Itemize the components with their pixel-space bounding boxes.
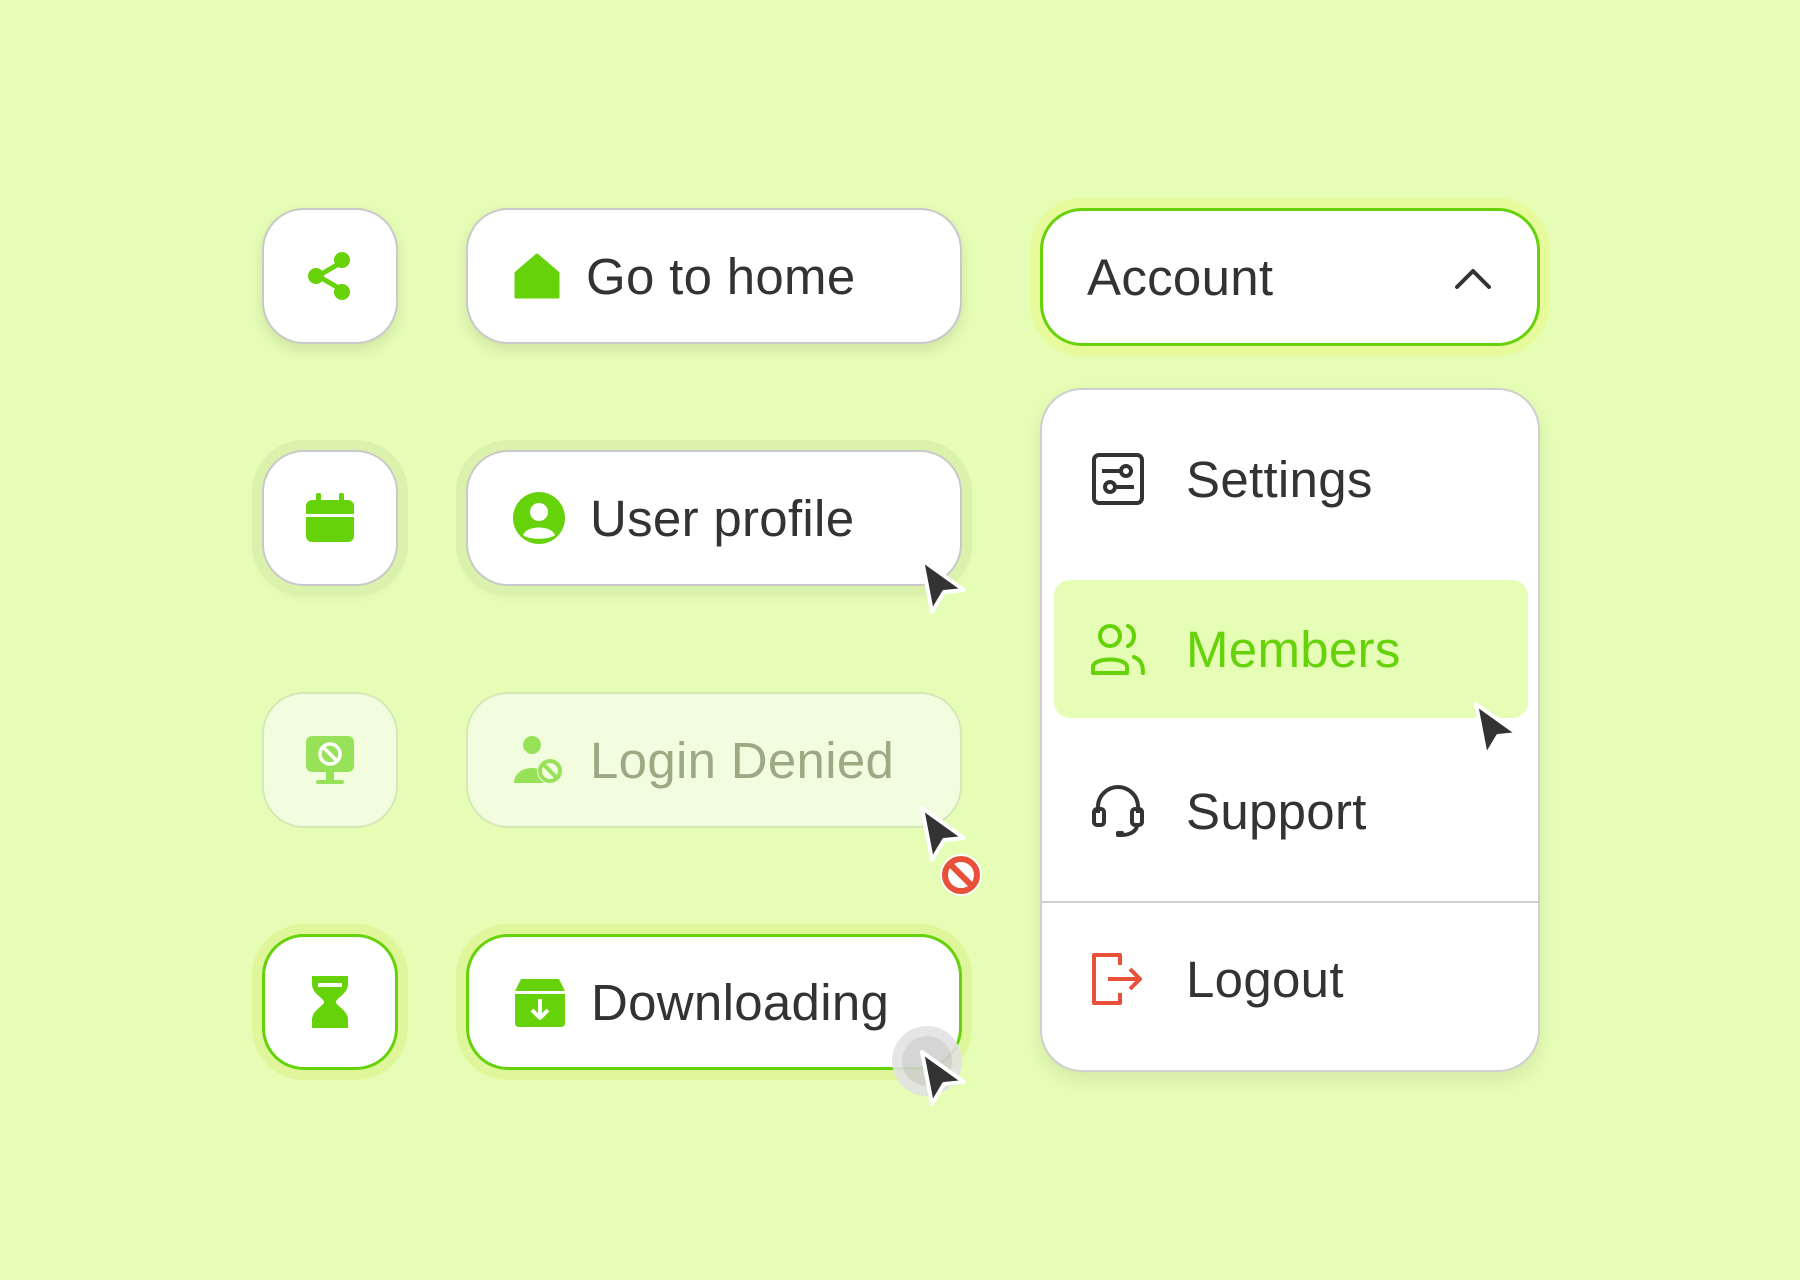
menu-item-members-label: Members (1186, 620, 1401, 678)
menu-item-members[interactable]: Members (1054, 580, 1528, 718)
user-circle-icon (513, 492, 565, 544)
login-denied-button[interactable]: Login Denied (466, 692, 962, 828)
menu-item-logout-label: Logout (1186, 950, 1344, 1008)
screen-blocked-button[interactable] (262, 692, 398, 828)
downloading-button[interactable]: Downloading (466, 934, 962, 1070)
menu-item-support[interactable]: Support (1054, 742, 1528, 880)
hourglass-icon (312, 976, 348, 1028)
account-select[interactable]: Account (1040, 208, 1540, 346)
calendar-button[interactable] (262, 450, 398, 586)
login-denied-label: Login Denied (590, 731, 895, 789)
share-icon (308, 252, 350, 300)
user-profile-label: User profile (590, 489, 855, 547)
account-label: Account (1087, 248, 1274, 306)
cursor-arrow-icon (1474, 702, 1520, 758)
menu-divider (1042, 901, 1538, 903)
members-icon (1091, 624, 1145, 675)
settings-sliders-icon (1092, 453, 1144, 505)
not-allowed-icon (940, 854, 982, 896)
cursor-arrow-icon (920, 558, 966, 614)
hourglass-button[interactable] (262, 934, 398, 1070)
logout-icon (1092, 953, 1142, 1005)
menu-item-settings[interactable]: Settings (1054, 410, 1528, 548)
calendar-icon (306, 493, 354, 542)
share-button[interactable] (262, 208, 398, 344)
user-blocked-icon (514, 736, 563, 784)
chevron-up-icon (1455, 269, 1491, 289)
home-icon (514, 253, 560, 299)
headset-icon (1092, 784, 1144, 837)
monitor-blocked-icon (306, 736, 354, 784)
go-to-home-button[interactable]: Go to home (466, 208, 962, 344)
user-profile-button[interactable]: User profile (466, 450, 962, 586)
menu-item-settings-label: Settings (1186, 450, 1373, 508)
cursor-arrow-icon (920, 1050, 966, 1106)
menu-item-logout[interactable]: Logout (1054, 910, 1528, 1048)
go-to-home-label: Go to home (586, 247, 856, 305)
account-menu: Settings Members Support Logout (1040, 388, 1540, 1072)
menu-item-support-label: Support (1186, 782, 1367, 840)
archive-download-icon (515, 979, 565, 1027)
downloading-label: Downloading (591, 973, 890, 1031)
